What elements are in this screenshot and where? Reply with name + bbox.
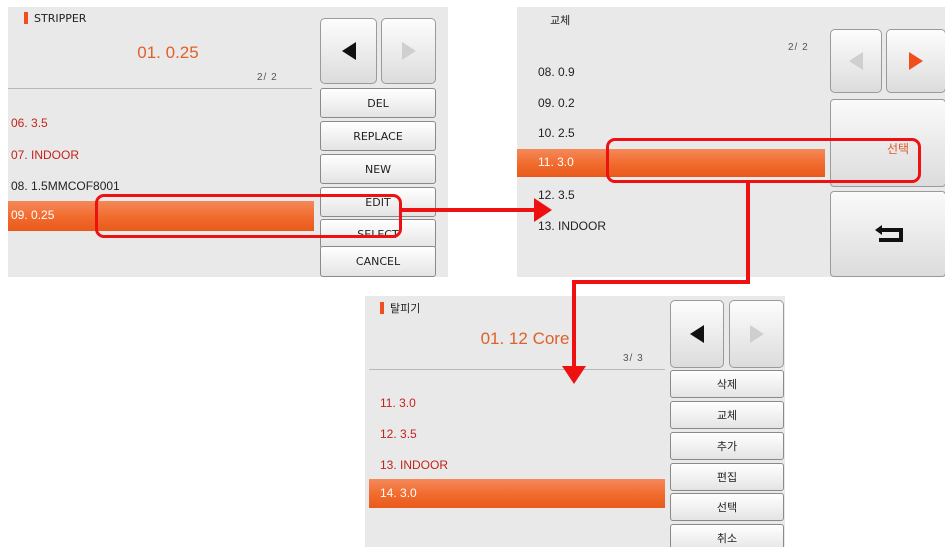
next-page-button[interactable] — [886, 29, 945, 93]
arrow-right-icon — [749, 325, 764, 343]
cancel-button[interactable]: CANCEL — [320, 246, 436, 277]
list-item[interactable]: 11. 3.0 — [380, 396, 416, 410]
selected-row-label: 09. 0.25 — [11, 208, 55, 222]
replace-button[interactable]: 교체 — [670, 401, 784, 429]
screen-title: 탈피기 — [390, 302, 421, 315]
list-item[interactable]: 13. INDOOR — [380, 458, 448, 472]
replace-button[interactable]: REPLACE — [320, 121, 436, 151]
divider — [369, 369, 665, 370]
list-item[interactable]: 08. 1.5MMCOF8001 — [11, 179, 120, 193]
title-marker — [24, 12, 28, 24]
connector-line — [572, 280, 576, 368]
prev-page-button[interactable] — [320, 18, 377, 84]
add-button[interactable]: 추가 — [670, 432, 784, 460]
arrow-left-icon — [341, 42, 356, 60]
list-item[interactable]: 07. INDOOR — [11, 148, 79, 162]
cancel-button[interactable]: 취소 — [670, 524, 784, 547]
highlight-box-select-button — [606, 138, 921, 183]
title-marker — [380, 302, 384, 314]
list-item[interactable]: 06. 3.5 — [11, 116, 48, 130]
list-item[interactable]: 12. 3.5 — [380, 427, 417, 441]
del-button[interactable]: DEL — [320, 88, 436, 118]
selected-row-label: 11. 3.0 — [538, 155, 574, 169]
arrow-left-icon — [849, 52, 863, 70]
page-indicator: 2/ 2 — [257, 72, 278, 83]
screen-title: STRIPPER — [34, 12, 87, 25]
selected-row-label: 14. 3.0 — [380, 486, 417, 500]
page-indicator: 2/ 2 — [788, 42, 809, 53]
next-page-button[interactable] — [381, 18, 436, 84]
current-setting: 01. 0.25 — [137, 43, 199, 62]
select-button[interactable]: 선택 — [670, 493, 784, 521]
arrow-right-icon — [401, 42, 416, 60]
arrow-right-icon — [909, 52, 923, 70]
arrow-head-icon — [534, 198, 552, 222]
highlight-box-select-row — [95, 194, 402, 238]
connector-line — [746, 183, 750, 283]
divider — [8, 88, 312, 89]
back-button[interactable] — [830, 191, 945, 277]
return-icon — [875, 225, 903, 242]
screen-title: 교체 — [550, 14, 571, 27]
page-indicator: 3/ 3 — [623, 353, 644, 364]
arrow-head-icon — [562, 366, 586, 384]
connector-line — [572, 280, 750, 284]
connector-line — [402, 208, 535, 212]
current-setting: 01. 12 Core — [480, 329, 570, 348]
next-page-button[interactable] — [729, 300, 784, 368]
list-item[interactable]: 09. 0.2 — [538, 96, 575, 110]
prev-page-button[interactable] — [830, 29, 882, 93]
prev-page-button[interactable] — [670, 300, 724, 368]
arrow-left-icon — [690, 325, 704, 343]
list-item[interactable]: 10. 2.5 — [538, 126, 575, 140]
new-button[interactable]: NEW — [320, 154, 436, 184]
delete-button[interactable]: 삭제 — [670, 370, 784, 398]
list-item[interactable]: 08. 0.9 — [538, 65, 575, 79]
edit-button[interactable]: 편집 — [670, 463, 784, 491]
